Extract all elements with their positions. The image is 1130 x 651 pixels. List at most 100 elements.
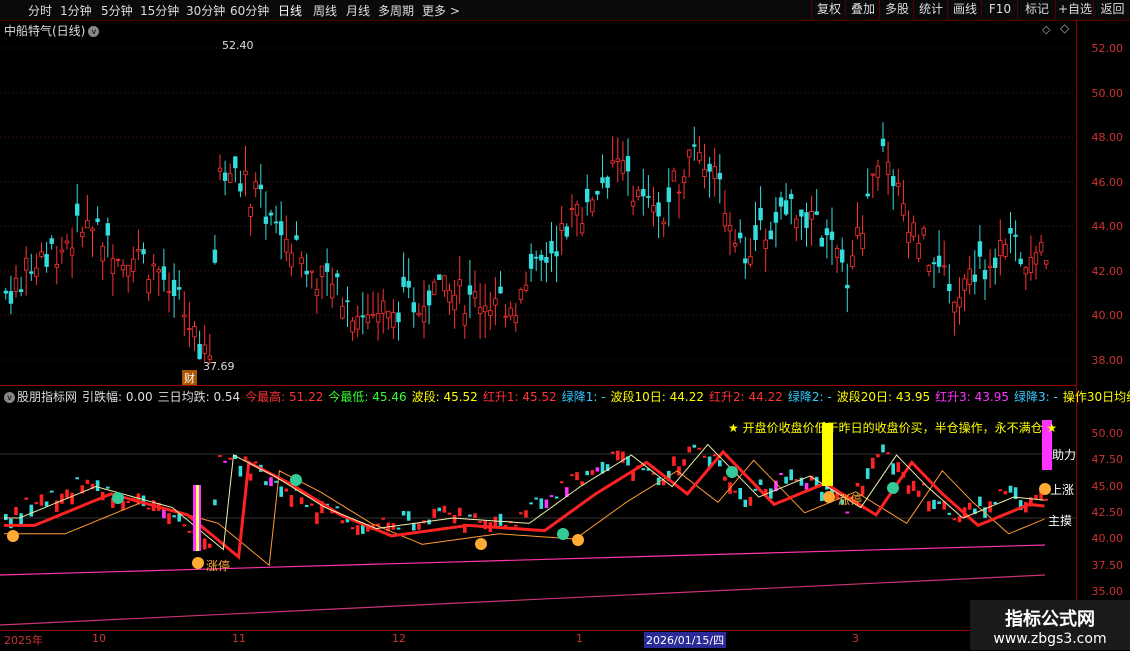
indicator-bar — [468, 514, 472, 517]
indicator-bar — [310, 503, 314, 506]
candle-body — [692, 144, 697, 147]
indicator-bar — [891, 463, 895, 475]
indicator-bar — [524, 510, 528, 518]
date-label-2: 11 — [232, 632, 246, 645]
candle-body — [278, 221, 284, 236]
candle-body — [809, 211, 814, 220]
indicator-bar — [886, 452, 890, 455]
indicator-bar — [743, 499, 748, 508]
indicator-bar — [804, 483, 809, 490]
indicator-bar — [937, 501, 941, 505]
indicator-bar — [447, 512, 452, 515]
candle-body — [100, 245, 105, 262]
indicator-bar — [1044, 498, 1048, 501]
candle-body — [44, 254, 49, 267]
candle-body — [324, 263, 330, 272]
candle-body — [498, 286, 503, 294]
candle-body — [120, 264, 126, 271]
candle-body — [559, 223, 564, 231]
sell-signal-icon — [112, 492, 124, 504]
candle-body — [64, 240, 70, 244]
indicator-bar — [876, 454, 880, 458]
indicator-bar — [784, 476, 788, 484]
candle-body — [34, 267, 39, 277]
indicator-bar — [733, 490, 737, 493]
indicator-bar — [202, 538, 207, 550]
indicator-bar — [60, 493, 64, 504]
date-label-1: 10 — [92, 632, 106, 645]
indicator-bar — [417, 523, 421, 530]
indicator-field-4: 波段: 45.52 — [411, 390, 478, 404]
candle-body — [600, 177, 605, 184]
candle-body — [865, 193, 870, 197]
indicator-field-1: 三日均跌: 0.54 — [157, 390, 241, 404]
candle-body — [370, 314, 376, 317]
candle-body — [442, 275, 447, 292]
candle-body — [564, 226, 569, 237]
date-label-4: 1 — [576, 632, 583, 645]
indicator-field-10: 波段20日: 43.95 — [836, 390, 931, 404]
candle-body — [972, 274, 977, 282]
candle-body — [304, 270, 309, 275]
indicator-bar — [967, 502, 972, 510]
candle-body — [906, 231, 911, 244]
candle-body — [947, 283, 952, 292]
indicator-bar — [213, 499, 217, 506]
candle-body — [921, 227, 926, 236]
candle-body — [681, 176, 687, 183]
candle-body — [789, 193, 794, 199]
price-tick: 40.00 — [1091, 309, 1124, 322]
candle-body — [319, 265, 325, 277]
candle-body — [727, 225, 733, 232]
candlestick-chart[interactable] — [0, 0, 1076, 630]
candle-body — [452, 294, 457, 311]
indicator-bar — [789, 469, 793, 481]
indicator-bar — [350, 527, 355, 530]
candle-body — [1033, 252, 1039, 265]
indicator-bar — [289, 495, 294, 507]
candle-body — [585, 188, 590, 203]
candle-body — [3, 290, 8, 294]
candle-body — [676, 191, 682, 194]
candle-body — [227, 173, 233, 183]
candle-body — [656, 202, 661, 217]
candle-body — [722, 213, 728, 227]
candle-body — [482, 305, 488, 313]
candle-body — [314, 289, 320, 297]
indicator-chevron-icon[interactable]: v — [4, 392, 15, 403]
finance-event-badge[interactable]: 财 — [182, 370, 197, 386]
indicator-bar — [279, 486, 283, 497]
candle-body — [421, 306, 427, 323]
candle-body — [263, 216, 269, 224]
candle-body — [340, 305, 345, 319]
candle-body — [110, 258, 116, 275]
candle-body — [161, 266, 167, 280]
indicator-bar — [697, 447, 702, 450]
indicator-bar — [1003, 491, 1008, 495]
indicator-field-0: 引跌幅: 0.00 — [82, 390, 153, 404]
candle-body — [95, 218, 100, 223]
candle-body — [493, 298, 498, 306]
indicator-bar — [24, 497, 28, 500]
candle-body — [977, 241, 983, 257]
candle-body — [799, 209, 804, 217]
candle-body — [131, 258, 136, 272]
shangzhang-signal: 上涨 — [1050, 483, 1075, 497]
candle-body — [840, 249, 845, 263]
watermark: 指标公式网 www.zbgs3.com — [970, 600, 1130, 650]
candle-body — [391, 312, 396, 328]
indicator-bar — [406, 511, 411, 521]
tool-button-8[interactable]: 返回 — [1093, 0, 1130, 19]
candle-body — [819, 237, 824, 247]
price-tick: 38.00 — [1091, 353, 1124, 367]
indicator-bar — [442, 505, 447, 513]
candle-body — [590, 199, 595, 213]
indicator-bar — [748, 496, 753, 506]
candle-body — [651, 205, 656, 213]
price-tick: 46.00 — [1091, 175, 1124, 189]
indicator-bar — [284, 488, 289, 492]
candle-body — [136, 249, 141, 252]
indicator-bar — [911, 480, 916, 491]
candle-body — [625, 156, 631, 172]
buy-signal-icon — [192, 557, 204, 569]
